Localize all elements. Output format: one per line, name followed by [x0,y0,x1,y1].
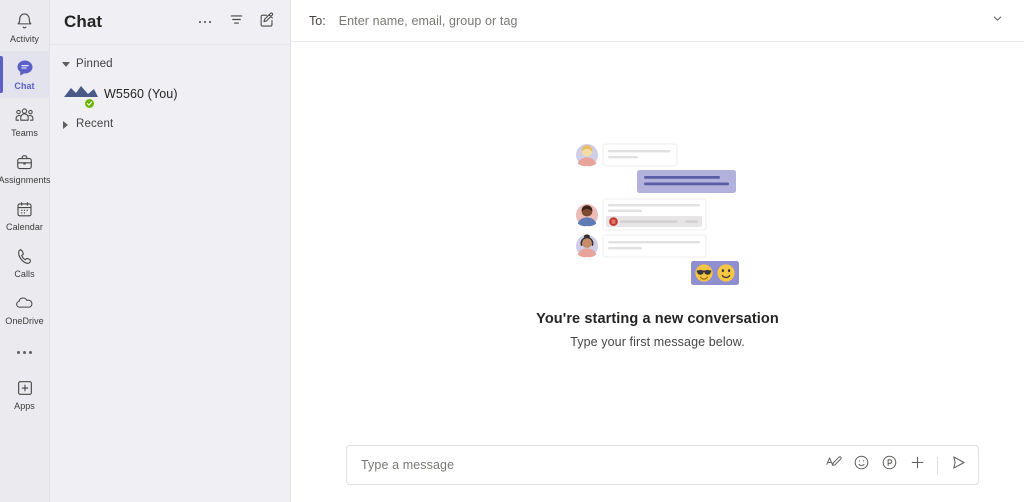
page-title: Chat [64,12,103,31]
ellipsis-icon [17,350,32,354]
attach-button[interactable] [905,453,929,477]
message-composer [291,445,1024,502]
cloud-icon [14,293,35,314]
empty-state-title: You're starting a new conversation [536,311,779,327]
empty-state: You're starting a new conversation Type … [291,42,1024,502]
giphy-button[interactable] [877,453,901,477]
giphy-icon [881,454,898,476]
triangle-down-icon [62,61,70,68]
filter-button[interactable] [225,11,247,33]
rail-item-onedrive[interactable]: OneDrive [0,286,50,333]
more-options-button[interactable] [194,11,216,33]
composer-actions [821,453,970,477]
chat-list-item-w5560[interactable]: W5560 (You) [50,75,290,113]
rail-label-apps: Apps [14,400,35,411]
rail-item-calls[interactable]: Calls [0,239,50,286]
smiley-icon [853,454,870,476]
rail-item-apps[interactable]: Apps [0,371,50,418]
new-chat-button[interactable] [256,11,278,33]
send-paper-plane-icon [950,454,967,476]
avatar [64,80,98,109]
main-content: To: Enter name, email, group or tag You'… [291,0,1024,502]
chat-list-body: Pinned W5560 (You) Recent [50,45,290,502]
chat-list-header-actions [194,11,278,33]
calendar-icon [15,199,34,220]
empty-state-subtitle: Type your first message below. [570,335,745,349]
chat-group-recent[interactable]: Recent [50,113,290,135]
chat-group-label-pinned: Pinned [76,58,113,70]
expand-recipients-button[interactable] [984,8,1010,34]
rail-item-activity[interactable]: Activity [0,4,50,51]
plus-icon [909,454,926,476]
format-button[interactable] [821,453,845,477]
rail-label-teams: Teams [11,127,38,138]
to-label: To: [309,13,326,28]
chat-group-pinned[interactable]: Pinned [50,53,290,75]
chat-bubble-icon [15,58,35,79]
recipient-bar: To: [291,0,1024,42]
rail-label-onedrive: OneDrive [5,315,44,326]
bell-icon [15,11,34,32]
chevron-down-icon [991,12,1004,30]
phone-icon [15,246,34,267]
rail-label-activity: Activity [10,33,39,44]
status-badge [84,98,95,109]
rail-label-calendar: Calendar [6,221,43,232]
assignments-bag-icon [15,152,34,173]
rail-item-assignments[interactable]: Assignments [0,145,50,192]
message-input[interactable] [361,458,821,472]
ellipsis-icon [198,20,212,24]
rail-more-apps-button[interactable] [0,333,50,371]
new-conversation-illustration [563,137,753,289]
composer-box [346,445,979,485]
apps-plus-box-icon [15,378,35,399]
send-button[interactable] [946,453,970,477]
rail-item-teams[interactable]: Teams [0,98,50,145]
compose-pencil-icon [259,11,275,33]
emoji-button[interactable] [849,453,873,477]
recipient-input[interactable] [338,13,984,28]
rail-label-calls: Calls [14,268,35,279]
composer-divider [937,456,938,474]
rail-label-chat: Chat [14,80,35,91]
filter-icon [229,12,244,32]
chat-list-header: Chat [50,0,290,45]
chat-group-label-recent: Recent [76,118,114,130]
chat-list-item-name: W5560 (You) [104,87,178,101]
triangle-right-icon [62,120,69,129]
teams-people-icon [14,105,35,126]
checkmark-icon [86,101,93,106]
rail-item-calendar[interactable]: Calendar [0,192,50,239]
teams-window: Activity Chat Teams Assignments Calendar… [0,0,1024,502]
app-rail: Activity Chat Teams Assignments Calendar… [0,0,50,502]
chat-list-panel: Chat Pinned W5560 (You) Recent [50,0,291,502]
format-pencil-icon [825,454,842,476]
rail-label-assignments: Assignments [0,174,51,185]
rail-item-chat[interactable]: Chat [0,51,50,98]
